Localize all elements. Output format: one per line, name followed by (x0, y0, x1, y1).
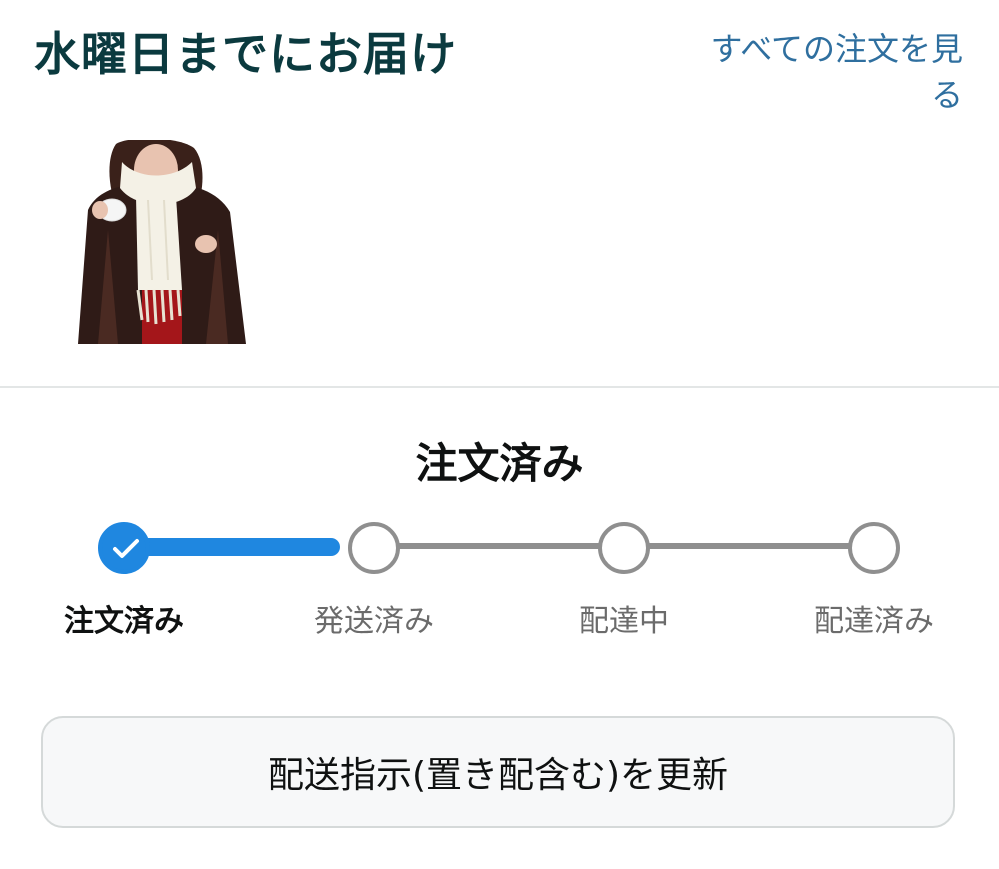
product-thumbnail[interactable] (78, 138, 248, 344)
product-photo-scarf (78, 138, 248, 344)
step-2-label: 発送済み (314, 604, 434, 639)
step-3-label: 配達中 (579, 604, 669, 639)
step-4-delivered-marker (848, 522, 900, 574)
progress-line-completed (124, 538, 340, 556)
update-delivery-instructions-button[interactable]: 配送指示(置き配含む)を更新 (41, 716, 955, 828)
order-status-title: 注文済み (415, 439, 584, 488)
step-3-out-for-delivery-marker (598, 522, 650, 574)
view-all-orders-link[interactable]: すべての注文を見る (683, 26, 963, 118)
step-4-label: 配達済み (814, 604, 934, 639)
step-1-label: 注文済み (64, 604, 184, 639)
delivery-date-title: 水曜日までにお届け (34, 27, 457, 81)
step-2-shipped-marker (348, 522, 400, 574)
progress-line-3-4 (624, 543, 874, 549)
step-1-ordered-marker (98, 522, 150, 574)
progress-line-2-3 (374, 543, 624, 549)
section-divider (0, 386, 999, 388)
check-icon (113, 539, 139, 558)
order-header: 水曜日までにお届け すべての注文を見る (0, 0, 999, 114)
